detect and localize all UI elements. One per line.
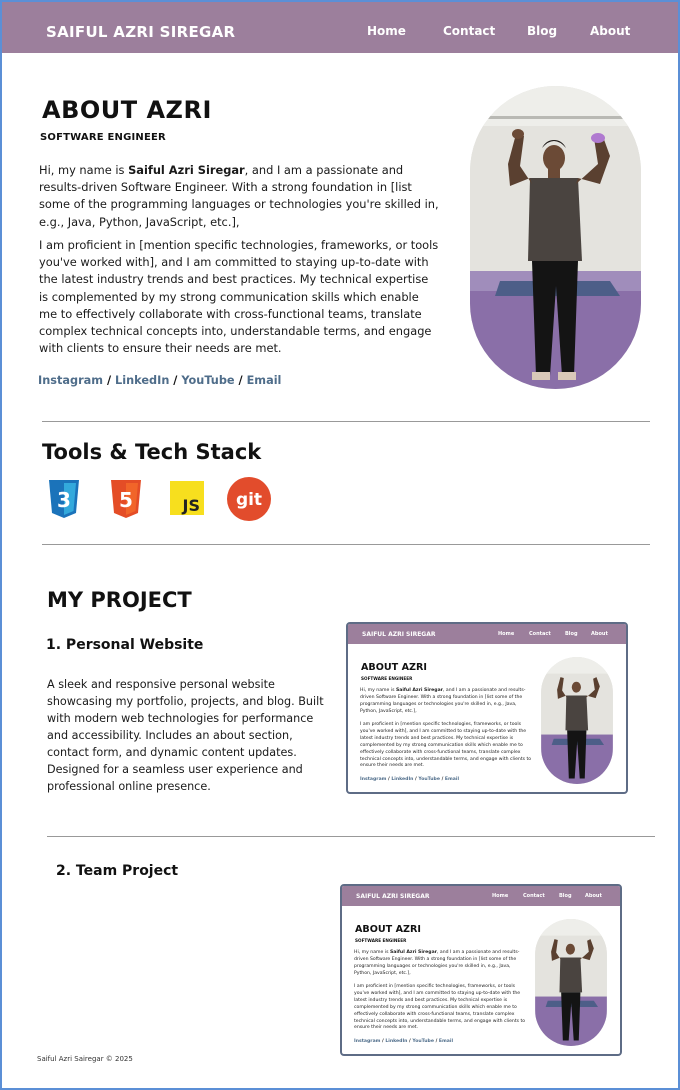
youtube-link[interactable]: YouTube: [181, 374, 234, 387]
thumb-youtube-link: YouTube: [418, 777, 440, 782]
link-separator: /: [234, 374, 247, 387]
thumb-linkedin-link: LinkedIn: [385, 1039, 408, 1044]
tools-title: Tools & Tech Stack: [42, 440, 262, 464]
link-separator: /: [103, 374, 116, 387]
thumb-about-title: ABOUT AZRI: [355, 924, 421, 935]
javascript-icon-label: JS: [182, 496, 200, 515]
thumb-skills-paragraph: I am proficient in [mention specific tec…: [354, 984, 526, 1031]
javascript-icon: JS: [170, 481, 204, 519]
thumb-email-link: Email: [444, 777, 460, 782]
nav-link-about[interactable]: About: [590, 24, 630, 38]
section-divider: [42, 421, 650, 422]
project-1-title: 1. Personal Website: [46, 637, 204, 653]
thumb-brand: SAIFUL AZRI SIREGAR: [362, 631, 436, 638]
footer-copyright: Saiful Azri Sairegar © 2025: [37, 1055, 133, 1063]
thumb-profile-photo: [541, 657, 613, 784]
thumb-nav: SAIFUL AZRI SIREGAR Home Contact Blog Ab…: [342, 886, 620, 906]
thumb-nav-contact: Contact: [523, 893, 545, 899]
email-link[interactable]: Email: [247, 374, 282, 387]
social-links: Instagram / LinkedIn / YouTube / Email: [38, 374, 281, 387]
thumb-about-title: ABOUT AZRI: [361, 662, 427, 673]
about-skills-paragraph: I am proficient in [mention specific tec…: [39, 238, 439, 356]
thumb-nav-blog: Blog: [559, 893, 572, 899]
thumb-instagram-link: Instagram: [354, 1039, 381, 1044]
css3-icon: 3: [47, 480, 81, 522]
profile-photo: [470, 86, 641, 389]
profile-photo-art: [470, 86, 641, 389]
html5-icon: 5: [109, 480, 143, 522]
about-intro-prefix: Hi, my name is: [39, 163, 129, 177]
about-title: ABOUT AZRI: [42, 96, 212, 124]
css3-icon-label: 3: [57, 488, 71, 512]
about-intro-paragraph: Hi, my name is Saiful Azri Siregar, and …: [39, 162, 439, 231]
thumb-intro-name: Saiful Azri Siregar: [389, 950, 437, 955]
thumb-nav-contact: Contact: [529, 631, 551, 637]
thumb-nav-home: Home: [492, 893, 509, 899]
thumb-nav-about: About: [591, 631, 608, 637]
git-icon-label: git: [236, 490, 262, 510]
section-divider: [47, 836, 655, 837]
thumb-intro-paragraph: Hi, my name is Saiful Azri Siregar, and …: [360, 688, 532, 716]
project-1-screenshot[interactable]: SAIFUL AZRI SIREGAR Home Contact Blog Ab…: [346, 622, 628, 794]
nav-link-contact[interactable]: Contact: [443, 24, 495, 38]
about-subtitle: SOFTWARE ENGINEER: [40, 132, 166, 143]
linkedin-link[interactable]: LinkedIn: [115, 374, 169, 387]
thumb-nav-about: About: [585, 893, 602, 899]
link-separator: /: [169, 374, 182, 387]
thumb-profile-photo: [535, 919, 607, 1046]
section-divider: [42, 544, 650, 545]
about-intro-name: Saiful Azri Siregar: [128, 163, 245, 177]
thumb-instagram-link: Instagram: [360, 777, 387, 782]
nav-link-home[interactable]: Home: [367, 24, 406, 38]
project-2-screenshot[interactable]: SAIFUL AZRI SIREGAR Home Contact Blog Ab…: [340, 884, 622, 1056]
thumb-social-links: Instagram / LinkedIn / YouTube / Email: [360, 777, 459, 782]
thumb-nav: SAIFUL AZRI SIREGAR Home Contact Blog Ab…: [348, 624, 626, 644]
thumb-about-subtitle: SOFTWARE ENGINEER: [361, 676, 413, 681]
thumb-nav-home: Home: [498, 631, 515, 637]
top-nav: SAIFUL AZRI SIREGAR Home Contact Blog Ab…: [2, 2, 678, 53]
project-1-description: A sleek and responsive personal website …: [47, 678, 324, 793]
thumb-linkedin-link: LinkedIn: [391, 777, 414, 782]
thumb-skills-paragraph: I am proficient in [mention specific tec…: [360, 722, 532, 769]
git-icon: git: [227, 477, 271, 525]
site-brand[interactable]: SAIFUL AZRI SIREGAR: [46, 23, 235, 41]
html5-icon-label: 5: [119, 488, 133, 512]
thumb-social-links: Instagram / LinkedIn / YouTube / Email: [354, 1039, 453, 1044]
thumb-about-subtitle: SOFTWARE ENGINEER: [355, 938, 407, 943]
thumb-intro-paragraph: Hi, my name is Saiful Azri Siregar, and …: [354, 950, 526, 978]
thumb-intro-prefix: Hi, my name is: [360, 688, 396, 693]
thumb-intro-name: Saiful Azri Siregar: [395, 688, 443, 693]
nav-link-blog[interactable]: Blog: [527, 24, 557, 38]
instagram-link[interactable]: Instagram: [38, 374, 103, 387]
thumb-nav-blog: Blog: [565, 631, 578, 637]
projects-title: MY PROJECT: [47, 588, 192, 612]
thumb-intro-prefix: Hi, my name is: [354, 950, 390, 955]
thumb-brand: SAIFUL AZRI SIREGAR: [356, 893, 430, 900]
thumb-youtube-link: YouTube: [412, 1039, 434, 1044]
thumb-email-link: Email: [438, 1039, 454, 1044]
project-2-title: 2. Team Project: [56, 863, 179, 879]
